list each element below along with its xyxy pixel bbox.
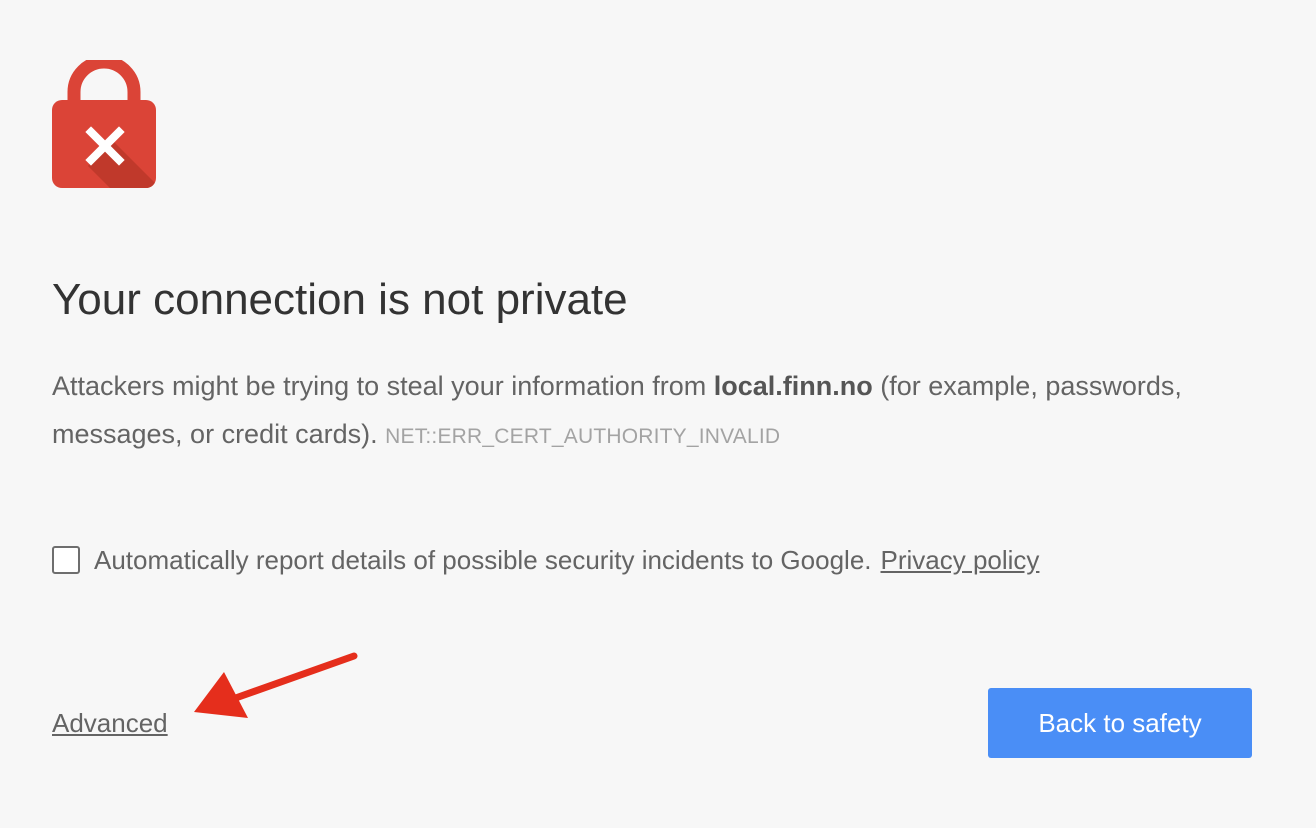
lock-error-icon bbox=[52, 60, 156, 188]
report-label: Automatically report details of possible… bbox=[94, 544, 872, 575]
error-description: Attackers might be trying to steal your … bbox=[52, 362, 1232, 461]
interstitial-page: Your connection is not private Attackers… bbox=[0, 0, 1316, 828]
page-title: Your connection is not private bbox=[52, 275, 628, 324]
back-to-safety-button[interactable]: Back to safety bbox=[988, 688, 1252, 758]
report-checkbox[interactable] bbox=[52, 546, 80, 574]
advanced-link[interactable]: Advanced bbox=[52, 705, 168, 741]
red-arrow-icon bbox=[194, 652, 358, 718]
description-prefix: Attackers might be trying to steal your … bbox=[52, 371, 714, 401]
error-code: NET::ERR_CERT_AUTHORITY_INVALID bbox=[385, 425, 781, 448]
privacy-policy-link[interactable]: Privacy policy bbox=[881, 545, 1040, 576]
report-option: Automatically report details of possible… bbox=[52, 542, 1039, 578]
host-name: local.finn.no bbox=[713, 371, 873, 401]
